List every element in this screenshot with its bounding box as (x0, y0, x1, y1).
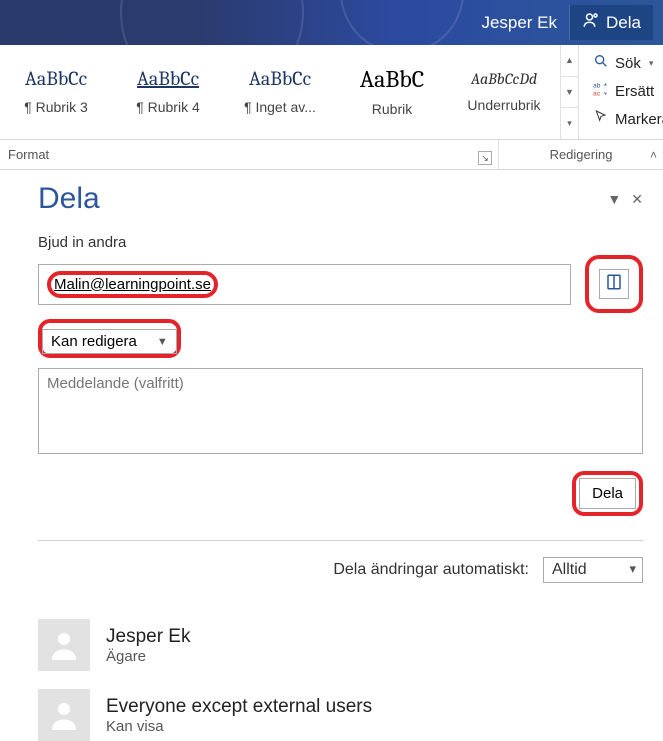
style-item[interactable]: AaBbC Rubrik (338, 47, 446, 137)
style-label: ¶ Inget av... (244, 99, 316, 115)
pane-menu-button[interactable]: ▼ (607, 191, 621, 208)
invite-email-input[interactable]: Malin@learningpoint.se (38, 264, 571, 305)
style-label: Rubrik (372, 101, 412, 117)
gallery-scroll: ▲ ▼ ▾ (560, 45, 578, 139)
gallery-expand[interactable]: ▾ (561, 108, 578, 139)
style-label: Underrubrik (467, 97, 540, 113)
select-button[interactable]: Markera ▾ (589, 107, 663, 131)
message-textarea[interactable] (38, 368, 643, 454)
replace-button[interactable]: abac Ersätt (589, 79, 663, 103)
share-pane: Dela ▼ ✕ Bjud in andra Malin@learningpoi… (0, 170, 663, 741)
permission-dropdown[interactable]: Kan redigera ▼ (42, 329, 177, 354)
auto-share-select[interactable]: Alltid (543, 557, 643, 583)
style-preview: AaBbC (360, 67, 425, 91)
auto-share-value: Alltid (552, 561, 587, 578)
address-book-button[interactable] (599, 269, 629, 299)
person-row[interactable]: Everyone except external users Kan visa (38, 689, 643, 741)
select-label: Markera (615, 111, 663, 128)
share-title-button[interactable]: Dela (569, 5, 653, 40)
style-preview: AaBbCc (25, 69, 87, 89)
style-item[interactable]: AaBbCcDd Underrubrik (450, 47, 558, 137)
auto-share-row: Dela ändringar automatiskt: Alltid (38, 557, 643, 583)
avatar (38, 689, 90, 741)
cursor-icon (593, 109, 609, 129)
editing-group-label: Redigering ˄ (499, 140, 663, 169)
auto-share-label: Dela ändringar automatiskt: (333, 561, 529, 579)
chevron-down-icon: ▼ (157, 336, 168, 348)
format-dialog-launcher[interactable]: ↘ (478, 151, 492, 165)
style-label: ¶ Rubrik 4 (136, 99, 200, 115)
gallery-scroll-up[interactable]: ▲ (561, 45, 578, 77)
signed-in-user[interactable]: Jesper Ek (481, 13, 557, 33)
share-pane-header: Dela ▼ ✕ (38, 182, 643, 216)
editing-group: Sök ▾ abac Ersätt Markera ▾ (579, 45, 663, 139)
share-pane-title: Dela (38, 182, 100, 216)
search-icon (593, 53, 609, 73)
styles-gallery: AaBbCc ¶ Rubrik 3 AaBbCc ¶ Rubrik 4 AaBb… (0, 45, 579, 139)
person-row[interactable]: Jesper Ek Ägare (38, 619, 643, 671)
svg-text:ab: ab (593, 83, 601, 90)
format-label-text: Format (8, 147, 49, 162)
invite-row: Malin@learningpoint.se (38, 255, 643, 313)
chevron-down-icon: ▾ (649, 58, 654, 69)
gallery-scroll-down[interactable]: ▼ (561, 77, 578, 109)
style-preview: AaBbCc (137, 69, 199, 89)
ribbon: AaBbCc ¶ Rubrik 3 AaBbCc ¶ Rubrik 4 AaBb… (0, 45, 663, 140)
highlight-email: Malin@learningpoint.se (47, 271, 218, 298)
replace-label: Ersätt (615, 83, 654, 100)
svg-text:ac: ac (593, 91, 601, 97)
invite-email-value: Malin@learningpoint.se (54, 276, 211, 293)
people-list: Jesper Ek Ägare Everyone except external… (38, 619, 643, 741)
close-icon[interactable]: ✕ (631, 191, 643, 208)
share-title-label: Dela (606, 13, 641, 33)
replace-icon: abac (593, 81, 609, 101)
person-share-icon (582, 11, 600, 34)
style-item[interactable]: AaBbCc ¶ Rubrik 4 (114, 47, 222, 137)
ribbon-group-labels: Format ↘ Redigering ˄ (0, 140, 663, 170)
share-button[interactable]: Dela (579, 478, 636, 509)
style-item[interactable]: AaBbCc ¶ Inget av... (226, 47, 334, 137)
person-role: Ägare (106, 648, 190, 665)
highlight-addressbook (585, 255, 643, 313)
divider (38, 540, 643, 541)
person-role: Kan visa (106, 718, 372, 735)
address-book-icon (605, 273, 623, 296)
style-preview: AaBbCcDd (471, 71, 537, 87)
style-label: ¶ Rubrik 3 (24, 99, 88, 115)
style-preview: AaBbCc (249, 69, 311, 89)
collapse-ribbon-button[interactable]: ˄ (650, 148, 657, 162)
format-group-label: Format ↘ (0, 140, 499, 169)
invite-others-label: Bjud in andra (38, 234, 643, 251)
avatar (38, 619, 90, 671)
editing-label-text: Redigering (550, 147, 613, 162)
find-label: Sök (615, 55, 641, 72)
title-bar: Jesper Ek Dela (0, 0, 663, 45)
find-button[interactable]: Sök ▾ (589, 51, 663, 75)
permission-value: Kan redigera (51, 333, 137, 350)
person-name: Jesper Ek (106, 626, 190, 648)
style-item[interactable]: AaBbCc ¶ Rubrik 3 (2, 47, 110, 137)
